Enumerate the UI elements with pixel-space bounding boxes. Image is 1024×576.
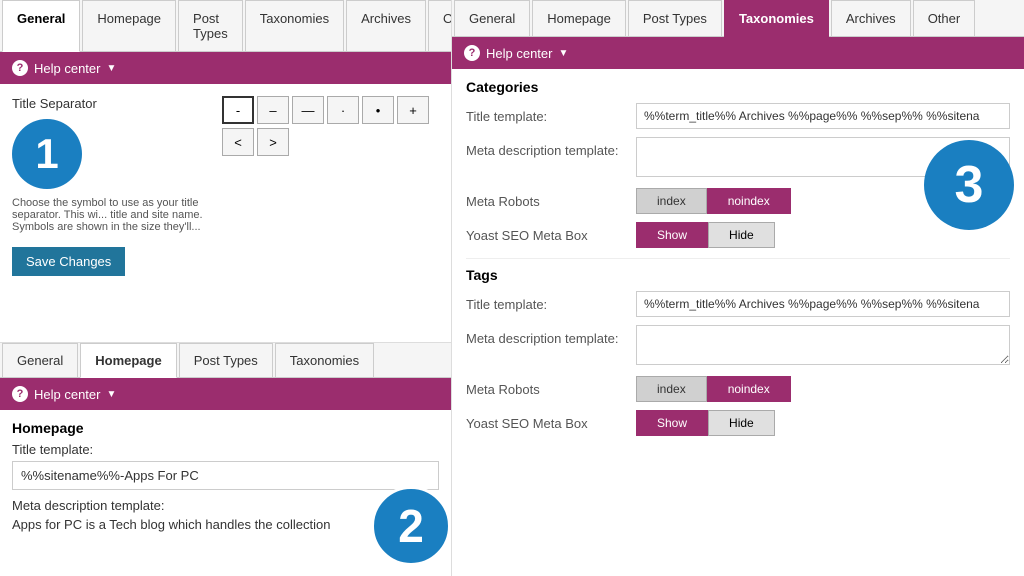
tab2-taxonomies[interactable]: Taxonomies	[275, 343, 374, 377]
help-icon-top-left: ?	[12, 60, 28, 76]
tags-meta-desc-textarea[interactable]	[636, 325, 1010, 365]
tags-title-input-wrap	[636, 291, 1010, 317]
sep-row-1: - – — · • +	[222, 96, 429, 124]
tags-meta-desc-label: Meta description template:	[466, 325, 626, 346]
help-icon-right: ?	[464, 45, 480, 61]
help-chevron-top-left: ▼	[106, 63, 116, 74]
tab2-general[interactable]: General	[2, 343, 78, 377]
help-icon-second-left: ?	[12, 386, 28, 402]
right-top-tabs: General Homepage Post Types Taxonomies A…	[452, 0, 1024, 37]
tags-meta-robots-label: Meta Robots	[466, 382, 626, 397]
cat-title-template-input[interactable]	[636, 103, 1010, 129]
sep-btn-emdash[interactable]: —	[292, 96, 324, 124]
lower-left-content: Homepage Title template: Meta descriptio…	[0, 410, 451, 576]
tab-other-left[interactable]: Other	[428, 0, 452, 51]
tags-title-template-input[interactable]	[636, 291, 1010, 317]
sep-btn-lt[interactable]: <	[222, 128, 254, 156]
tags-yoast-label: Yoast SEO Meta Box	[466, 416, 626, 431]
tags-title-row: Title template:	[466, 291, 1010, 317]
left-top-tabs: General Homepage Post Types Taxonomies A…	[0, 0, 451, 52]
tab-homepage-left[interactable]: Homepage	[82, 0, 176, 51]
title-separator-label: Title Separator	[12, 96, 222, 111]
sep-btn-hyphen[interactable]: -	[222, 96, 254, 124]
sep-btn-endash[interactable]: –	[257, 96, 289, 124]
cat-yoast-label: Yoast SEO Meta Box	[466, 228, 626, 243]
tab-taxonomies-left[interactable]: Taxonomies	[245, 0, 344, 51]
tags-meta-robots-toggle: index noindex	[636, 376, 791, 402]
helper-text: Choose the symbol to use as your title s…	[12, 197, 222, 233]
tab-archives-left[interactable]: Archives	[346, 0, 426, 51]
sep-btn-dot[interactable]: ·	[327, 96, 359, 124]
cat-show-btn[interactable]: Show	[636, 222, 708, 248]
save-changes-button[interactable]: Save Changes	[12, 247, 125, 276]
tab-general-right[interactable]: General	[454, 0, 530, 36]
tab-homepage-right[interactable]: Homepage	[532, 0, 626, 36]
help-bar-top-left[interactable]: ? Help center ▼	[0, 52, 451, 84]
help-bar-label-top-left: Help center	[34, 61, 100, 76]
sep-btn-plus[interactable]: +	[397, 96, 429, 124]
tab-archives-right[interactable]: Archives	[831, 0, 911, 36]
tags-section: Tags Title template: Meta description te…	[466, 267, 1010, 436]
tags-title: Tags	[466, 267, 1010, 283]
section-divider	[466, 258, 1010, 259]
homepage-section-title: Homepage	[12, 420, 439, 436]
left-second-tabs: General Homepage Post Types Taxonomies	[0, 342, 451, 378]
tags-show-btn[interactable]: Show	[636, 410, 708, 436]
tags-yoast-row: Yoast SEO Meta Box Show Hide	[466, 410, 1010, 436]
help-bar-right[interactable]: ? Help center ▼	[452, 37, 1024, 69]
tags-index-btn[interactable]: index	[636, 376, 707, 402]
help-chevron-right: ▼	[558, 48, 568, 59]
cat-meta-desc-label: Meta description template:	[466, 137, 626, 158]
cat-index-btn[interactable]: index	[636, 188, 707, 214]
cat-title-template-label: Title template:	[466, 103, 626, 124]
help-bar-label-right: Help center	[486, 46, 552, 61]
tab-general-left[interactable]: General	[2, 0, 80, 52]
tags-noindex-btn[interactable]: noindex	[707, 376, 791, 402]
cat-yoast-toggle: Show Hide	[636, 222, 775, 248]
top-left-content: Title Separator 1 Choose the symbol to u…	[0, 84, 451, 342]
sep-btn-gt[interactable]: >	[257, 128, 289, 156]
tab-other-right[interactable]: Other	[913, 0, 976, 36]
circle-2-wrap: 2	[371, 486, 451, 566]
sep-row-2: < >	[222, 128, 429, 156]
tab2-homepage[interactable]: Homepage	[80, 343, 176, 378]
circle-3: 3	[924, 140, 1014, 230]
categories-title: Categories	[466, 79, 1010, 95]
circle-1: 1	[12, 119, 82, 189]
tab-posttypes-right[interactable]: Post Types	[628, 0, 722, 36]
tab-taxonomies-right[interactable]: Taxonomies	[724, 0, 829, 37]
tags-title-template-label: Title template:	[466, 291, 626, 312]
tab-posttypes-left[interactable]: Post Types	[178, 0, 243, 51]
tags-meta-robots-row: Meta Robots index noindex	[466, 376, 1010, 402]
help-chevron-second-left: ▼	[106, 389, 116, 400]
circle-3-wrap: 3	[924, 140, 1014, 230]
tags-hide-btn[interactable]: Hide	[708, 410, 775, 436]
tags-meta-desc-input-wrap	[636, 325, 1010, 368]
tab2-posttypes[interactable]: Post Types	[179, 343, 273, 377]
tags-yoast-toggle: Show Hide	[636, 410, 775, 436]
cat-noindex-btn[interactable]: noindex	[707, 188, 791, 214]
sep-btn-bullet[interactable]: •	[362, 96, 394, 124]
title-template-label-left: Title template:	[12, 442, 439, 457]
help-bar-label-second-left: Help center	[34, 387, 100, 402]
cat-meta-robots-label: Meta Robots	[466, 194, 626, 209]
cat-meta-robots-toggle: index noindex	[636, 188, 791, 214]
cat-title-row: Title template:	[466, 103, 1010, 129]
separator-controls: - – — · • + < >	[222, 96, 429, 156]
circle-2: 2	[371, 486, 451, 566]
help-bar-second-left[interactable]: ? Help center ▼	[0, 378, 451, 410]
cat-title-input-wrap	[636, 103, 1010, 129]
tags-meta-desc-row: Meta description template:	[466, 325, 1010, 368]
cat-hide-btn[interactable]: Hide	[708, 222, 775, 248]
